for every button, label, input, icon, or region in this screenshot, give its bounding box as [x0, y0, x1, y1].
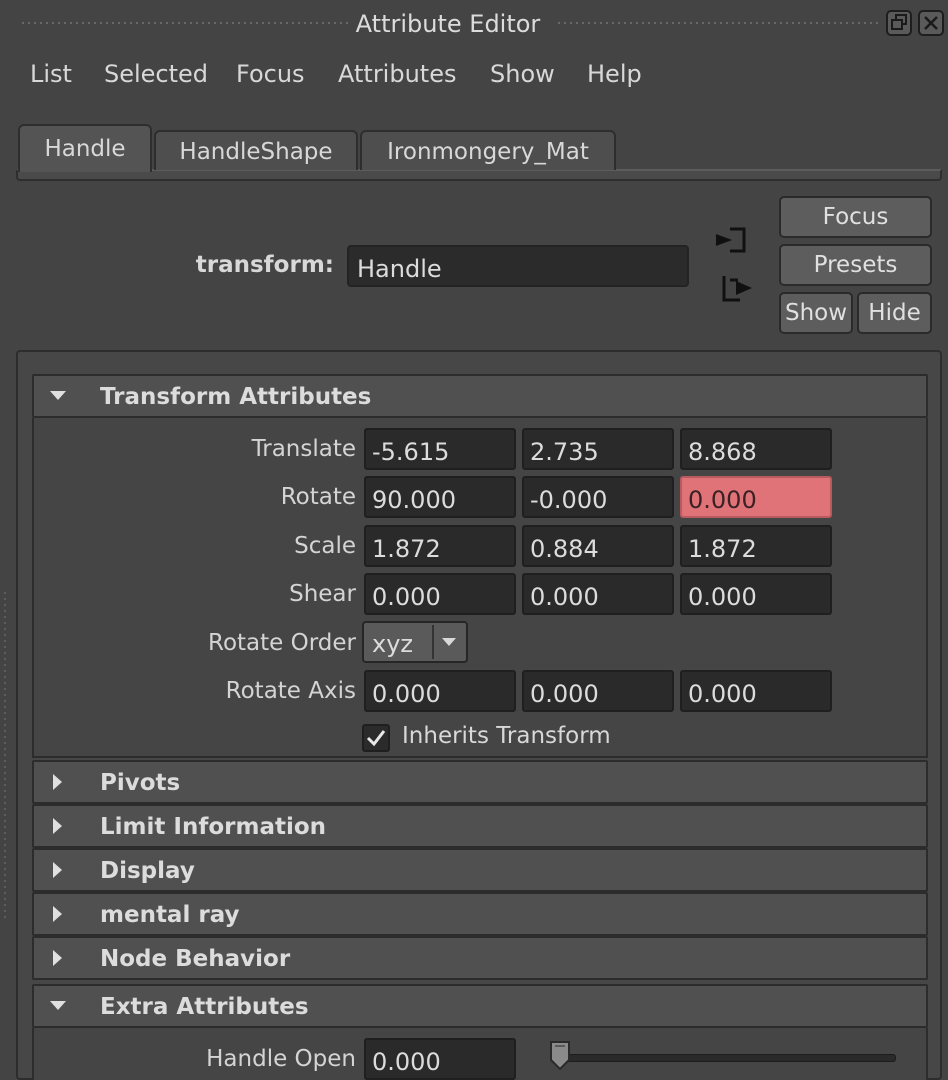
tab-handle[interactable]: Handle — [18, 124, 152, 172]
expanded-arrow-icon — [50, 391, 66, 400]
menu-selected[interactable]: Selected — [104, 60, 208, 88]
menu-list[interactable]: List — [30, 60, 72, 88]
chevron-down-icon — [442, 638, 456, 646]
section-node-behavior[interactable]: Node Behavior — [32, 936, 928, 980]
rotate-axis-y-field[interactable]: 0.000 — [522, 670, 674, 712]
node-type-label: transform: — [195, 252, 334, 278]
show-button[interactable]: Show — [779, 292, 853, 334]
collapsed-arrow-icon — [53, 950, 62, 966]
translate-z-field[interactable]: 8.868 — [680, 428, 832, 470]
panel-resize-grip[interactable] — [2, 590, 8, 920]
section-pivots[interactable]: Pivots — [32, 760, 928, 804]
scale-z-field[interactable]: 1.872 — [680, 525, 832, 567]
menu-focus[interactable]: Focus — [236, 60, 305, 88]
shear-xy-field[interactable]: 0.000 — [364, 573, 516, 615]
scale-x-field[interactable]: 1.872 — [364, 525, 516, 567]
rotate-order-dropdown[interactable]: xyz — [362, 621, 468, 663]
collapsed-arrow-icon — [53, 774, 62, 790]
menu-show[interactable]: Show — [490, 60, 555, 88]
shear-yz-field[interactable]: 0.000 — [680, 573, 832, 615]
expanded-arrow-icon — [50, 1001, 66, 1010]
rotate-y-field[interactable]: -0.000 — [522, 476, 674, 518]
handle-open-field[interactable]: 0.000 — [364, 1038, 516, 1080]
close-window-icon[interactable] — [918, 10, 944, 36]
section-extra-attributes[interactable]: Extra Attributes — [32, 984, 928, 1028]
section-mental-ray[interactable]: mental ray — [32, 892, 928, 936]
focus-button[interactable]: Focus — [779, 196, 932, 238]
collapsed-arrow-icon — [53, 906, 62, 922]
rotate-order-value: xyz — [372, 630, 414, 658]
rotate-axis-x-field[interactable]: 0.000 — [364, 670, 516, 712]
tab-handleshape[interactable]: HandleShape — [154, 130, 358, 170]
section-title: Node Behavior — [100, 946, 291, 972]
section-limit-information[interactable]: Limit Information — [32, 804, 928, 848]
handle-open-slider-handle[interactable] — [548, 1040, 572, 1072]
presets-button[interactable]: Presets — [779, 244, 932, 286]
section-title: Transform Attributes — [100, 384, 372, 410]
tab-ironmongery-mat[interactable]: Ironmongery_Mat — [360, 130, 616, 170]
hide-button[interactable]: Hide — [857, 292, 932, 334]
menu-help[interactable]: Help — [587, 60, 642, 88]
node-name-field[interactable]: Handle — [347, 245, 689, 287]
shear-label: Shear — [289, 581, 356, 607]
section-title: Display — [100, 858, 195, 884]
translate-x-field[interactable]: -5.615 — [364, 428, 516, 470]
rotate-axis-label: Rotate Axis — [225, 678, 356, 704]
title-grip-right[interactable] — [556, 20, 878, 28]
inherits-transform-label: Inherits Transform — [402, 723, 611, 749]
handle-open-slider-track[interactable] — [560, 1054, 896, 1062]
rotate-label: Rotate — [280, 484, 356, 510]
rotate-z-field[interactable]: 0.000 — [680, 476, 832, 518]
scale-y-field[interactable]: 0.884 — [522, 525, 674, 567]
float-window-icon[interactable] — [886, 10, 912, 36]
section-title: mental ray — [100, 902, 240, 928]
output-connections-icon[interactable] — [718, 272, 758, 304]
checkmark-icon — [366, 730, 386, 747]
section-title: Pivots — [100, 770, 181, 796]
input-connections-icon[interactable] — [712, 224, 752, 256]
inherits-transform-checkbox[interactable] — [362, 724, 390, 752]
handle-open-label: Handle Open — [206, 1046, 356, 1072]
translate-y-field[interactable]: 2.735 — [522, 428, 674, 470]
rotate-x-field[interactable]: 90.000 — [364, 476, 516, 518]
section-title: Limit Information — [100, 814, 327, 840]
translate-label: Translate — [251, 436, 356, 462]
rotate-order-label: Rotate Order — [208, 630, 356, 656]
section-display[interactable]: Display — [32, 848, 928, 892]
collapsed-arrow-icon — [53, 862, 62, 878]
section-transform-attributes[interactable]: Transform Attributes — [32, 374, 928, 418]
collapsed-arrow-icon — [53, 818, 62, 834]
scale-label: Scale — [294, 533, 356, 559]
title-bar: Attribute Editor — [0, 0, 948, 50]
section-title: Extra Attributes — [100, 994, 309, 1020]
shear-xz-field[interactable]: 0.000 — [522, 573, 674, 615]
menu-attributes[interactable]: Attributes — [338, 60, 456, 88]
rotate-axis-z-field[interactable]: 0.000 — [680, 670, 832, 712]
